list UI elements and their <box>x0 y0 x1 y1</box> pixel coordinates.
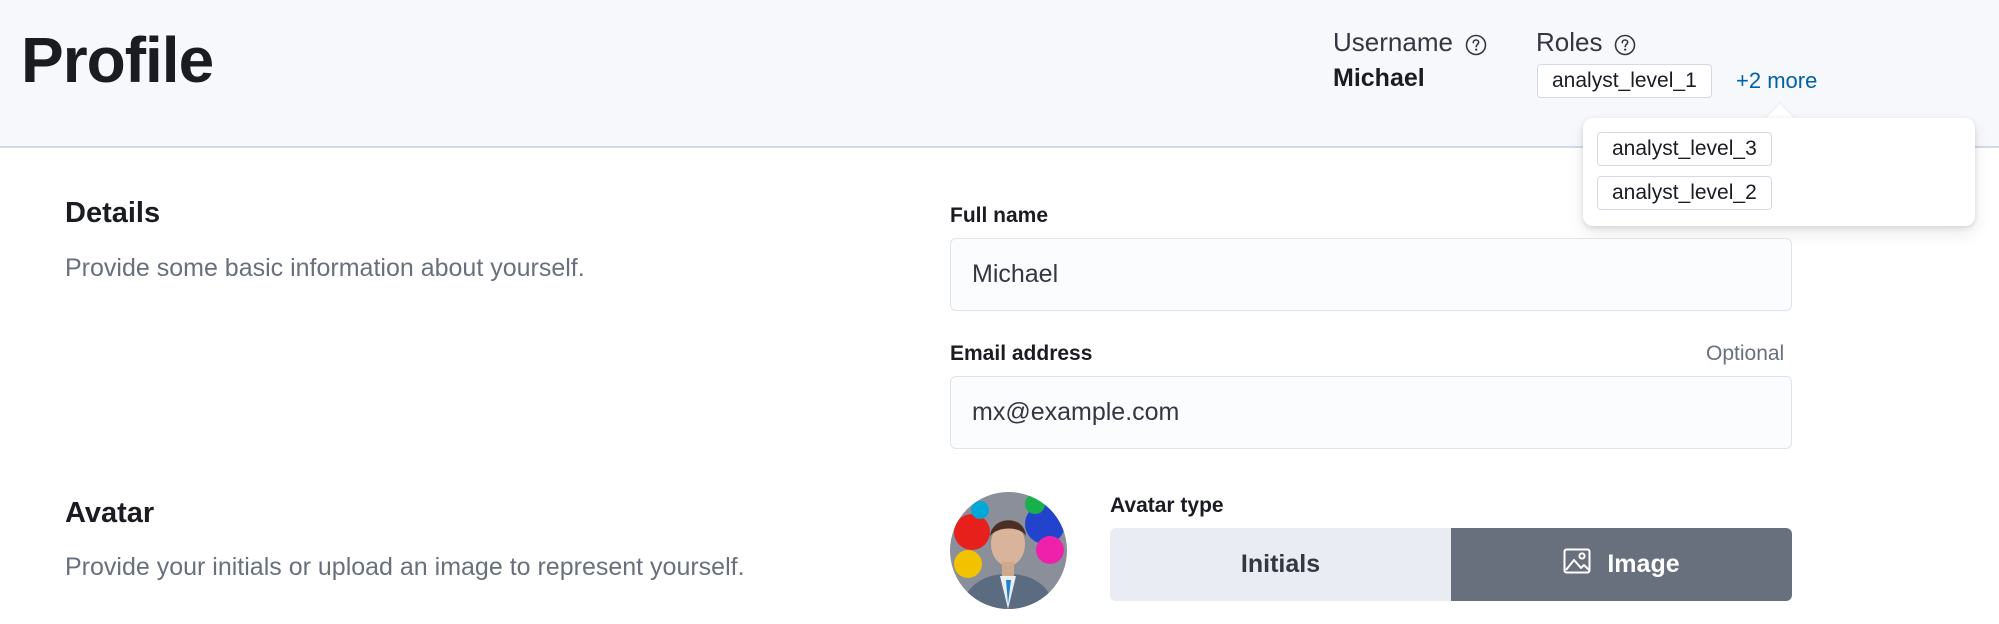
avatar-description: Provide your initials or upload an image… <box>65 553 745 581</box>
email-label: Email address <box>950 342 1093 365</box>
image-toggle-label: Image <box>1607 550 1680 578</box>
question-circle-icon[interactable] <box>1614 31 1636 56</box>
roles-popover: analyst_level_3 analyst_level_2 <box>1583 118 1975 226</box>
initials-toggle-button[interactable]: Initials <box>1110 528 1451 601</box>
details-title: Details <box>65 197 161 229</box>
image-icon <box>1563 548 1591 581</box>
question-circle-icon[interactable] <box>1465 31 1487 56</box>
page-title: Profile <box>21 24 214 96</box>
avatar-type-label: Avatar type <box>1110 494 1224 517</box>
roles-label: Roles <box>1536 27 1603 57</box>
avatar-title: Avatar <box>65 497 155 529</box>
username-value: Michael <box>1333 64 1425 92</box>
username-label-group: Username <box>1333 26 1487 58</box>
more-roles-link[interactable]: +2 more <box>1736 66 1817 96</box>
initials-toggle-label: Initials <box>1240 550 1321 578</box>
roles-label-group: Roles <box>1536 26 1636 58</box>
avatar-type-toggle: Initials Image <box>1110 528 1792 601</box>
username-label: Username <box>1333 27 1453 57</box>
details-description: Provide some basic information about you… <box>65 254 585 282</box>
role-badge: analyst_level_1 <box>1537 64 1712 98</box>
image-toggle-button[interactable]: Image <box>1451 528 1792 601</box>
email-input[interactable] <box>950 376 1792 449</box>
role-badge: analyst_level_2 <box>1597 176 1772 210</box>
avatar-image <box>950 492 1067 609</box>
email-optional-text: Optional <box>1706 342 1785 365</box>
role-badge: analyst_level_3 <box>1597 132 1772 166</box>
full-name-input[interactable] <box>950 238 1792 311</box>
full-name-label: Full name <box>950 204 1049 227</box>
